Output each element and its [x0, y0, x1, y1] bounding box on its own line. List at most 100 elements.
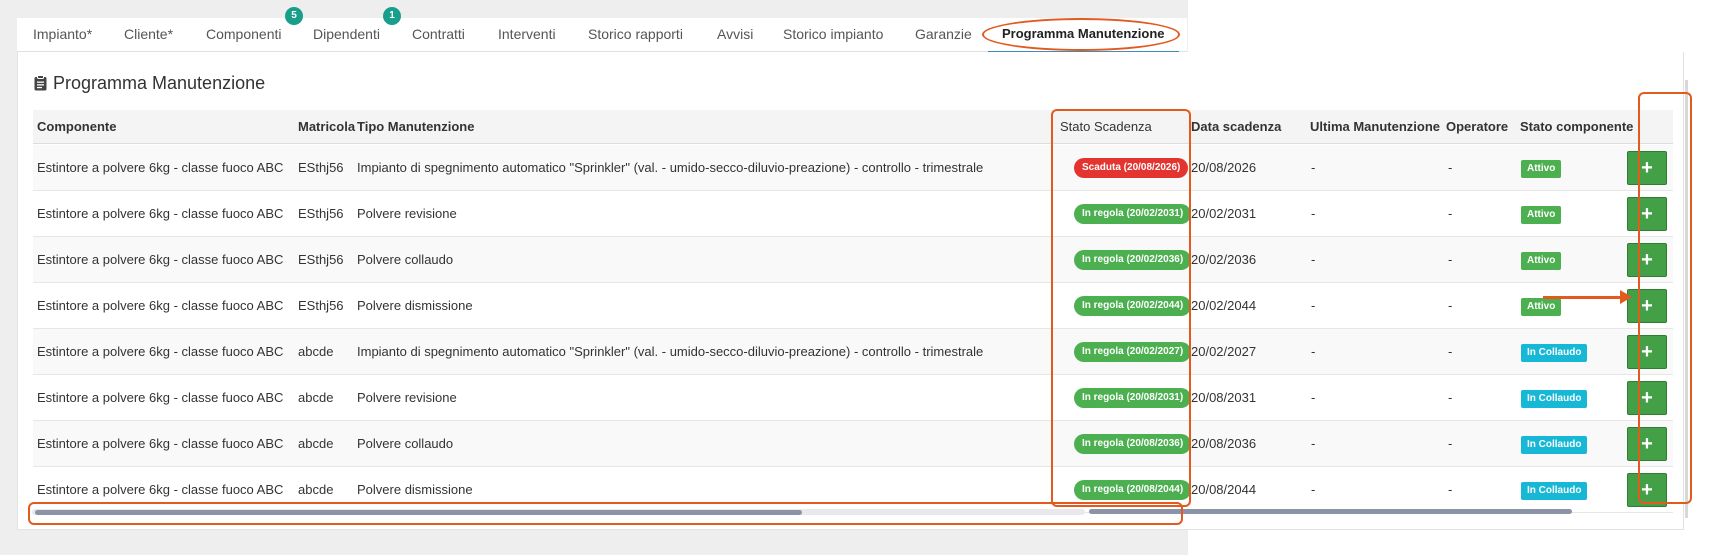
add-maintenance-button[interactable]: + — [1627, 289, 1667, 323]
status-badge-scadenza: In regola (20/08/2036) — [1074, 434, 1192, 454]
status-badge-componente: In Collaudo — [1521, 344, 1588, 362]
cell-operatore: - — [1448, 160, 1453, 175]
status-badge-componente: In Collaudo — [1521, 436, 1588, 454]
tab-storico-impianto[interactable]: Storico impianto — [783, 18, 883, 52]
add-maintenance-button[interactable]: + — [1627, 335, 1667, 369]
cell-componente: Estintore a polvere 6kg - classe fuoco A… — [37, 160, 284, 175]
status-badge-scadenza: In regola (20/08/2044) — [1074, 480, 1192, 500]
col-data-scadenza[interactable]: Data scadenza — [1191, 110, 1281, 144]
tab-bar: Impianto* Cliente* Componenti 5 Dipenden… — [17, 7, 1187, 53]
cell-componente: Estintore a polvere 6kg - classe fuoco A… — [37, 298, 284, 313]
status-badge-componente: Attivo — [1521, 206, 1562, 224]
tab-programma-manutenzione[interactable]: Programma Manutenzione — [988, 18, 1179, 53]
tab-label: Componenti — [206, 26, 282, 42]
cell-operatore: - — [1448, 436, 1453, 451]
tab-contratti[interactable]: Contratti — [412, 18, 465, 52]
add-maintenance-button[interactable]: + — [1627, 151, 1667, 185]
cell-ultima-manutenzione: - — [1311, 160, 1316, 175]
status-badge-scadenza: In regola (20/02/2044) — [1074, 296, 1192, 316]
status-badge-componente: Attivo — [1521, 252, 1562, 270]
cell-data-scadenza: 20/02/2027 — [1191, 344, 1257, 359]
table-row: Estintore a polvere 6kg - classe fuoco A… — [33, 237, 1673, 283]
cell-data-scadenza: 20/02/2036 — [1191, 252, 1257, 267]
cell-componente: Estintore a polvere 6kg - classe fuoco A… — [37, 344, 284, 359]
col-operatore[interactable]: Operatore — [1446, 110, 1508, 144]
tab-label: Impianto* — [33, 26, 93, 42]
tab-dipendenti[interactable]: Dipendenti 1 — [313, 7, 401, 52]
tab-componenti[interactable]: Componenti 5 — [206, 7, 303, 52]
cell-operatore: - — [1448, 298, 1453, 313]
col-stato-componente[interactable]: Stato componente — [1520, 110, 1633, 144]
tab-label: Programma Manutenzione — [1002, 26, 1165, 41]
cell-operatore: - — [1448, 482, 1453, 497]
cell-componente: Estintore a polvere 6kg - classe fuoco A… — [37, 390, 284, 405]
cell-tipo-manutenzione: Impianto di spegnimento automatico "Spri… — [357, 160, 984, 175]
cell-ultima-manutenzione: - — [1311, 482, 1316, 497]
tab-label: Storico impianto — [783, 26, 884, 42]
add-maintenance-button[interactable]: + — [1627, 427, 1667, 461]
cell-ultima-manutenzione: - — [1311, 344, 1316, 359]
cell-operatore: - — [1448, 344, 1453, 359]
col-ultima-manutenzione[interactable]: Ultima Manutenzione — [1310, 110, 1440, 144]
tab-label: Cliente* — [124, 26, 174, 42]
cell-matricola: abcde — [298, 344, 334, 359]
clipboard-icon — [34, 75, 47, 91]
tab-cliente[interactable]: Cliente* — [124, 18, 173, 52]
cell-ultima-manutenzione: - — [1311, 252, 1316, 267]
tab-badge: 5 — [285, 7, 303, 25]
tab-label: Avvisi — [717, 26, 754, 42]
status-badge-scadenza: In regola (20/02/2036) — [1074, 250, 1192, 270]
page-title: Programma Manutenzione — [53, 72, 266, 93]
add-maintenance-button[interactable]: + — [1627, 473, 1667, 507]
cell-ultima-manutenzione: - — [1311, 206, 1316, 221]
cell-data-scadenza: 20/02/2031 — [1191, 206, 1257, 221]
table-row: Estintore a polvere 6kg - classe fuoco A… — [33, 421, 1673, 467]
table-row: Estintore a polvere 6kg - classe fuoco A… — [33, 283, 1673, 329]
cell-componente: Estintore a polvere 6kg - classe fuoco A… — [37, 436, 284, 451]
cell-ultima-manutenzione: - — [1311, 436, 1316, 451]
tab-garanzie[interactable]: Garanzie — [915, 18, 972, 52]
col-componente[interactable]: Componente — [37, 110, 116, 144]
tab-interventi[interactable]: Interventi — [498, 18, 556, 52]
maintenance-card: Programma Manutenzione Componente Matric… — [17, 52, 1684, 530]
cell-componente: Estintore a polvere 6kg - classe fuoco A… — [37, 206, 284, 221]
cell-operatore: - — [1448, 252, 1453, 267]
table-row: Estintore a polvere 6kg - classe fuoco A… — [33, 145, 1673, 191]
tab-label: Contratti — [412, 26, 465, 42]
tab-label: Dipendenti — [313, 26, 380, 42]
table-row: Estintore a polvere 6kg - classe fuoco A… — [33, 467, 1673, 513]
col-stato-scadenza[interactable]: Stato Scadenza — [1060, 110, 1152, 144]
tab-avvisi[interactable]: Avvisi — [717, 18, 753, 52]
cell-data-scadenza: 20/08/2036 — [1191, 436, 1257, 451]
tab-label: Storico rapporti — [588, 26, 683, 42]
col-tipo-manutenzione[interactable]: Tipo Manutenzione — [357, 110, 474, 144]
cell-matricola: abcde — [298, 436, 334, 451]
cell-data-scadenza: 20/02/2044 — [1191, 298, 1257, 313]
status-badge-scadenza: In regola (20/08/2031) — [1074, 388, 1192, 408]
cell-matricola: abcde — [298, 390, 334, 405]
cell-matricola: ESthj56 — [298, 298, 344, 313]
card-header: Programma Manutenzione — [34, 70, 265, 96]
col-matricola[interactable]: Matricola — [298, 110, 355, 144]
cell-tipo-manutenzione: Polvere dismissione — [357, 482, 473, 497]
cell-matricola: ESthj56 — [298, 160, 344, 175]
cell-data-scadenza: 20/08/2026 — [1191, 160, 1257, 175]
horizontal-scrollbar-thumb[interactable] — [35, 510, 802, 515]
cell-data-scadenza: 20/08/2031 — [1191, 390, 1257, 405]
tab-impianto[interactable]: Impianto* — [33, 18, 92, 52]
cell-ultima-manutenzione: - — [1311, 298, 1316, 313]
add-maintenance-button[interactable]: + — [1627, 243, 1667, 277]
cell-tipo-manutenzione: Polvere collaudo — [357, 252, 454, 267]
add-maintenance-button[interactable]: + — [1627, 381, 1667, 415]
horizontal-scrollbar-thumb-right[interactable] — [1089, 509, 1572, 514]
status-badge-scadenza: Scaduta (20/08/2026) — [1074, 158, 1189, 178]
cell-operatore: - — [1448, 206, 1453, 221]
vertical-scrollbar[interactable] — [1685, 80, 1688, 518]
cell-tipo-manutenzione: Impianto di spegnimento automatico "Spri… — [357, 344, 984, 359]
status-badge-componente: In Collaudo — [1521, 482, 1588, 500]
tab-label: Garanzie — [915, 26, 972, 42]
tab-badge: 1 — [383, 7, 401, 25]
status-badge-scadenza: In regola (20/02/2031) — [1074, 204, 1192, 224]
add-maintenance-button[interactable]: + — [1627, 197, 1667, 231]
tab-storico-rapporti[interactable]: Storico rapporti — [588, 18, 683, 52]
